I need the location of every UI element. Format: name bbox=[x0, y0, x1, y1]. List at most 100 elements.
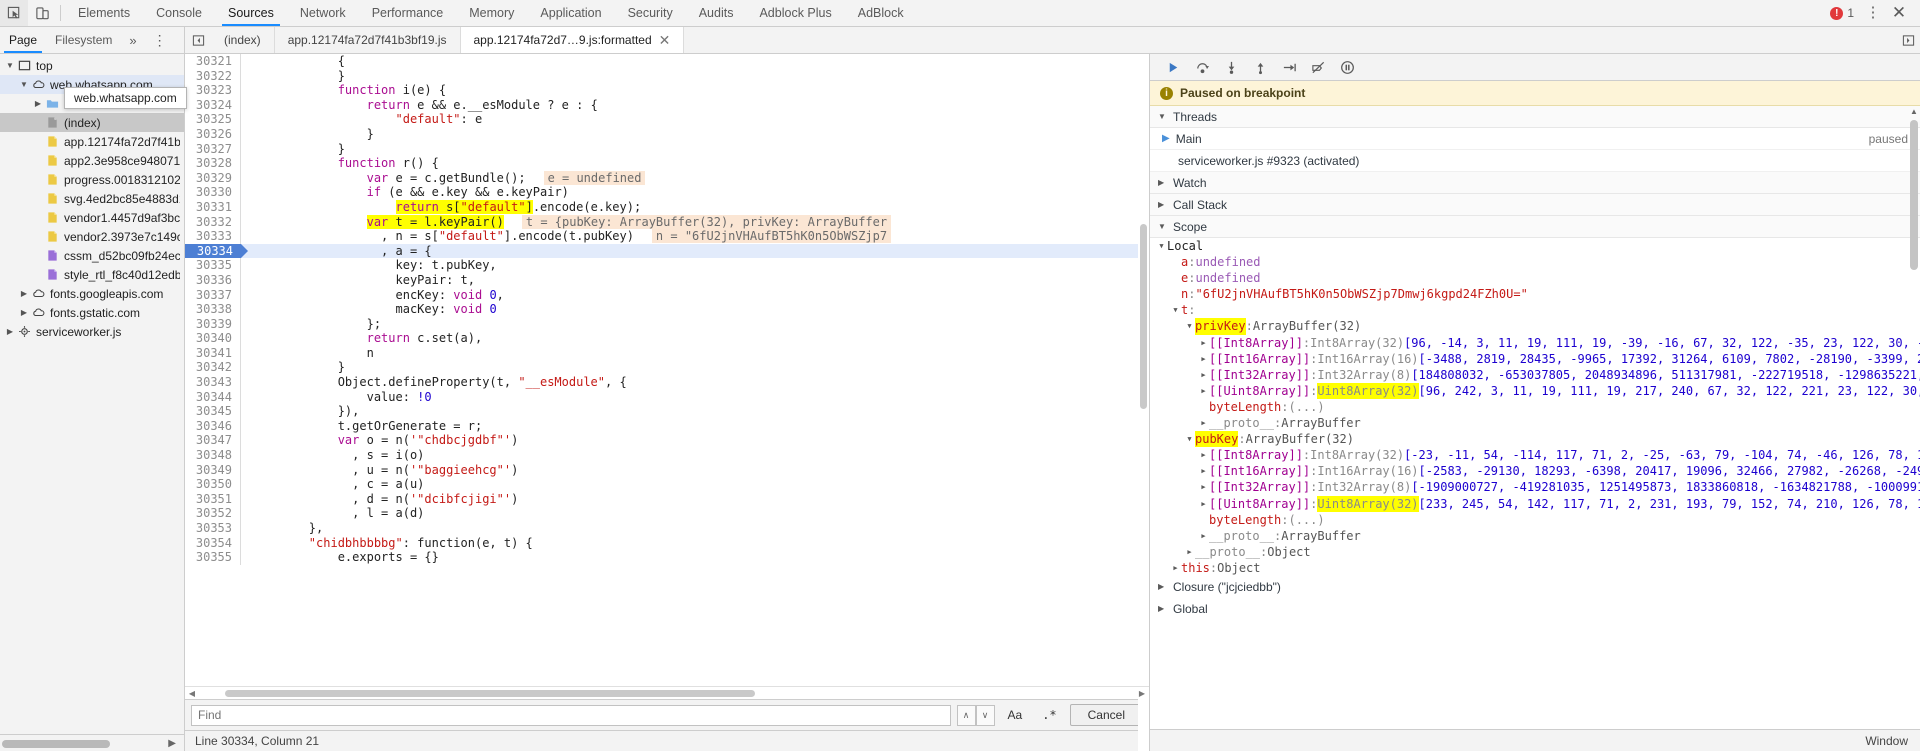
line-number[interactable]: 30340 bbox=[185, 331, 241, 346]
code-line[interactable]: 30343 Object.defineProperty(t, "__esModu… bbox=[185, 375, 1149, 390]
chevron-right-icon[interactable]: ▶ bbox=[1198, 367, 1209, 383]
panel-tab-elements[interactable]: Elements bbox=[65, 0, 143, 26]
chevron-right-icon[interactable]: ▶ bbox=[32, 94, 44, 113]
scope-variable-row[interactable]: ▶[[Int16Array]]: Int16Array(16) [-3488, … bbox=[1150, 351, 1920, 367]
resume-script-button[interactable] bbox=[1160, 56, 1186, 78]
step-into-button[interactable] bbox=[1218, 56, 1244, 78]
editor-scroll-right-icon[interactable]: ▶ bbox=[1135, 689, 1149, 698]
navigator-options-kebab[interactable]: ⋮ bbox=[145, 27, 175, 53]
code-line[interactable]: 30330 if (e && e.key && e.keyPair) bbox=[185, 185, 1149, 200]
code-line[interactable]: 30325 "default": e bbox=[185, 112, 1149, 127]
line-number[interactable]: 30347 bbox=[185, 433, 241, 448]
editor-horizontal-scrollbar[interactable]: ◀ ▶ bbox=[185, 686, 1149, 699]
file-tree-item[interactable]: app2.3e958ce948071C bbox=[0, 151, 184, 170]
closure-scope-header[interactable]: ▶ Closure ("jcjciedbb") bbox=[1150, 576, 1920, 598]
chevron-right-icon[interactable]: ▶ bbox=[1184, 544, 1195, 560]
line-number[interactable]: 30334 bbox=[185, 244, 241, 259]
editor-scroll-left-icon[interactable]: ◀ bbox=[185, 689, 199, 698]
file-tree-item[interactable]: ▶serviceworker.js bbox=[0, 322, 184, 341]
line-number[interactable]: 30353 bbox=[185, 521, 241, 536]
line-number[interactable]: 30326 bbox=[185, 127, 241, 142]
code-line[interactable]: 30324 return e && e.__esModule ? e : { bbox=[185, 98, 1149, 113]
line-number[interactable]: 30346 bbox=[185, 419, 241, 434]
scope-variable-row[interactable]: ▶[[Int32Array]]: Int32Array(8) [-1909000… bbox=[1150, 479, 1920, 495]
scope-variable-row[interactable]: ▶[[Uint8Array]]: Uint8Array(32) [233, 24… bbox=[1150, 496, 1920, 512]
code-line[interactable]: 30339 }; bbox=[185, 317, 1149, 332]
code-line[interactable]: 30349 , u = n('"baggieehcg"') bbox=[185, 463, 1149, 478]
line-number[interactable]: 30339 bbox=[185, 317, 241, 332]
chevron-right-icon[interactable]: ▶ bbox=[1198, 528, 1209, 544]
code-line[interactable]: 30323 function i(e) { bbox=[185, 83, 1149, 98]
code-line[interactable]: 30326 } bbox=[185, 127, 1149, 142]
code-line[interactable]: 30322 } bbox=[185, 69, 1149, 84]
scope-variable-row[interactable]: ▼t: bbox=[1150, 302, 1920, 318]
scope-variable-row[interactable]: ▼Local bbox=[1150, 238, 1920, 254]
scope-section-header[interactable]: ▼ Scope bbox=[1150, 216, 1920, 238]
pause-on-exceptions-button[interactable] bbox=[1334, 56, 1360, 78]
chevron-right-icon[interactable]: ▶ bbox=[1198, 479, 1209, 495]
panel-tab-console[interactable]: Console bbox=[143, 0, 215, 26]
chevron-right-icon[interactable]: ▶ bbox=[18, 303, 30, 322]
code-line[interactable]: 30340 return c.set(a), bbox=[185, 331, 1149, 346]
chevron-right-icon[interactable]: ▶ bbox=[1198, 335, 1209, 351]
navigator-scroll-track[interactable] bbox=[0, 740, 184, 748]
threads-section-header[interactable]: ▼ Threads bbox=[1150, 106, 1920, 128]
thread-row[interactable]: ▶Mainpaused bbox=[1150, 128, 1920, 150]
file-tree-item[interactable]: svg.4ed2bc85e4883d1 bbox=[0, 189, 184, 208]
panel-tab-memory[interactable]: Memory bbox=[456, 0, 527, 26]
code-line[interactable]: 30342 } bbox=[185, 360, 1149, 375]
code-line-current[interactable]: 30334 , a = { bbox=[185, 244, 1149, 259]
watch-section-header[interactable]: ▶ Watch bbox=[1150, 172, 1920, 194]
line-number[interactable]: 30354 bbox=[185, 536, 241, 551]
thread-row[interactable]: serviceworker.js #9323 (activated) bbox=[1150, 150, 1920, 172]
editor-tab[interactable]: (index) bbox=[211, 27, 275, 53]
code-line[interactable]: 30352 , l = a(d) bbox=[185, 506, 1149, 521]
chevron-down-icon[interactable]: ▼ bbox=[1170, 302, 1181, 318]
code-line[interactable]: 30346 t.getOrGenerate = r; bbox=[185, 419, 1149, 434]
debugger-vertical-scroll-thumb[interactable] bbox=[1910, 120, 1918, 270]
line-number[interactable]: 30333 bbox=[185, 229, 241, 244]
line-number[interactable]: 30325 bbox=[185, 112, 241, 127]
chevron-right-icon[interactable]: ▶ bbox=[1198, 463, 1209, 479]
line-number[interactable]: 30345 bbox=[185, 404, 241, 419]
chevron-down-icon[interactable]: ▼ bbox=[1184, 318, 1195, 334]
panel-tab-adblock-plus[interactable]: Adblock Plus bbox=[746, 0, 844, 26]
file-tree-item[interactable]: progress.0018312102b bbox=[0, 170, 184, 189]
code-line[interactable]: 30350 , c = a(u) bbox=[185, 477, 1149, 492]
panel-tab-network[interactable]: Network bbox=[287, 0, 359, 26]
line-number[interactable]: 30352 bbox=[185, 506, 241, 521]
chevron-right-icon[interactable]: ▶ bbox=[1198, 383, 1209, 399]
editor-tab[interactable]: app.12174fa72d7…9.js:formatted✕ bbox=[461, 27, 685, 53]
source-code-view[interactable]: 30321 {30322 }30323 function i(e) {30324… bbox=[185, 54, 1149, 686]
code-line[interactable]: 30329 var e = c.getBundle();e = undefine… bbox=[185, 171, 1149, 186]
file-tree-item[interactable]: ▶fonts.gstatic.com bbox=[0, 303, 184, 322]
scope-variable-row[interactable]: a: undefined bbox=[1150, 254, 1920, 270]
regex-toggle[interactable]: .* bbox=[1035, 705, 1063, 726]
line-number[interactable]: 30342 bbox=[185, 360, 241, 375]
call-stack-section-header[interactable]: ▶ Call Stack bbox=[1150, 194, 1920, 216]
scope-variable-row[interactable]: ▶[[Int16Array]]: Int16Array(16) [-2583, … bbox=[1150, 463, 1920, 479]
scope-variable-row[interactable]: ▶[[Uint8Array]]: Uint8Array(32) [96, 242… bbox=[1150, 383, 1920, 399]
line-number[interactable]: 30323 bbox=[185, 83, 241, 98]
navigator-more-tabs-button[interactable]: » bbox=[121, 27, 144, 53]
panel-tab-security[interactable]: Security bbox=[615, 0, 686, 26]
line-number[interactable]: 30324 bbox=[185, 98, 241, 113]
panel-tab-audits[interactable]: Audits bbox=[686, 0, 747, 26]
navigator-scroll-thumb[interactable] bbox=[2, 740, 110, 748]
code-line[interactable]: 30353 }, bbox=[185, 521, 1149, 536]
panel-tab-application[interactable]: Application bbox=[527, 0, 614, 26]
line-number[interactable]: 30335 bbox=[185, 258, 241, 273]
file-tree-item[interactable]: vendor1.4457d9af3bcı bbox=[0, 208, 184, 227]
chevron-down-icon[interactable]: ▼ bbox=[4, 56, 16, 75]
chevron-right-icon[interactable]: ▶ bbox=[1198, 496, 1209, 512]
file-tree-item[interactable]: vendor2.3973e7c149cⱠ bbox=[0, 227, 184, 246]
inspect-element-icon[interactable] bbox=[0, 0, 28, 26]
chevron-right-icon[interactable]: ▶ bbox=[1170, 560, 1181, 576]
line-number[interactable]: 30337 bbox=[185, 288, 241, 303]
match-case-toggle[interactable]: Aa bbox=[1001, 705, 1030, 726]
find-cancel-button[interactable]: Cancel bbox=[1070, 704, 1143, 726]
scope-variable-row[interactable]: ▶__proto__: ArrayBuffer bbox=[1150, 528, 1920, 544]
chevron-down-icon[interactable]: ▼ bbox=[18, 75, 30, 94]
file-tree-item[interactable]: ▼top bbox=[0, 56, 184, 75]
code-line[interactable]: 30336 keyPair: t, bbox=[185, 273, 1149, 288]
